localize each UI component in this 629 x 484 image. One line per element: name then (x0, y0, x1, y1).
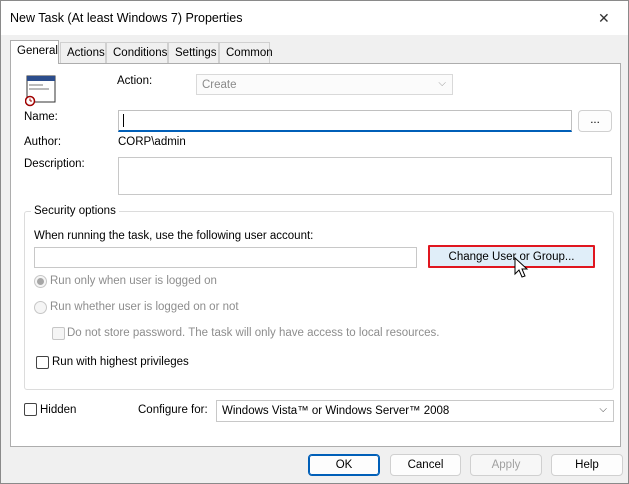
action-value: Create (202, 79, 237, 91)
name-input[interactable] (118, 110, 572, 132)
run-only-logged-on-label: Run only when user is logged on (50, 275, 217, 287)
close-button[interactable]: ✕ (582, 1, 628, 35)
general-tab-panel: Action: Create ⌵ Name: ... Author: CORP\… (10, 63, 621, 447)
mouse-pointer-icon (514, 257, 529, 278)
author-label: Author: (24, 136, 62, 148)
hidden-checkbox[interactable] (24, 403, 37, 416)
help-button[interactable]: Help (551, 454, 623, 476)
close-icon: ✕ (598, 10, 610, 26)
tab-general[interactable]: General (10, 40, 59, 64)
action-dropdown[interactable]: Create ⌵ (196, 74, 453, 95)
title-bar: New Task (At least Windows 7) Properties… (1, 1, 628, 35)
configure-for-value: Windows Vista™ or Windows Server™ 2008 (222, 405, 450, 417)
browse-button[interactable]: ... (578, 110, 612, 132)
tab-conditions[interactable]: Conditions (106, 42, 168, 63)
properties-dialog: New Task (At least Windows 7) Properties… (0, 0, 629, 484)
tab-common[interactable]: Common (219, 42, 273, 63)
configure-for-label: Configure for: (138, 404, 208, 416)
description-label: Description: (24, 158, 85, 170)
task-window-icon (25, 75, 56, 107)
cancel-button[interactable]: Cancel (390, 454, 461, 476)
tab-actions[interactable]: Actions (60, 42, 106, 63)
ok-button[interactable]: OK (308, 454, 380, 476)
do-not-store-password-label: Do not store password. The task will onl… (67, 327, 440, 339)
window-title: New Task (At least Windows 7) Properties (10, 11, 243, 25)
run-whether-logged-on-label: Run whether user is logged on or not (50, 301, 239, 313)
account-prompt-label: When running the task, use the following… (34, 230, 314, 242)
description-input[interactable] (118, 157, 612, 195)
chevron-down-icon: ⌵ (438, 78, 446, 89)
run-whether-logged-on-radio[interactable] (34, 301, 47, 314)
hidden-label: Hidden (40, 404, 77, 416)
author-value: CORP\admin (118, 136, 186, 148)
configure-for-dropdown[interactable]: Windows Vista™ or Windows Server™ 2008 ⌵ (216, 400, 614, 422)
highest-privileges-label: Run with highest privileges (52, 356, 189, 368)
highest-privileges-checkbox[interactable] (36, 356, 49, 369)
action-label: Action: (117, 75, 153, 87)
tab-settings[interactable]: Settings (168, 42, 219, 63)
security-options-title: Security options (31, 205, 119, 217)
user-account-field (34, 247, 417, 268)
run-only-logged-on-radio[interactable] (34, 275, 47, 288)
do-not-store-password-checkbox[interactable] (52, 327, 65, 340)
chevron-down-icon: ⌵ (599, 404, 607, 415)
name-label: Name: (24, 111, 58, 123)
text-caret (123, 114, 124, 127)
change-user-or-group-button[interactable]: Change User or Group... (428, 245, 595, 268)
apply-button: Apply (470, 454, 542, 476)
